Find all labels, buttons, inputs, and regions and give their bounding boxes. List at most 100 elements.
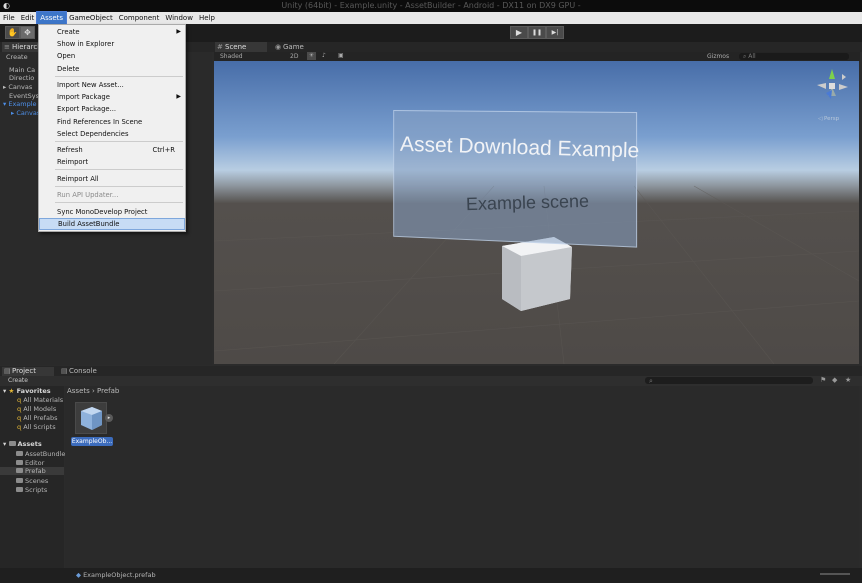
- filter-icon[interactable]: ⚑: [820, 376, 826, 384]
- shading-dropdown[interactable]: Shaded: [220, 53, 243, 60]
- tab-scene[interactable]: # Scene: [215, 42, 267, 52]
- assets-root-folder[interactable]: ▾ Assets: [3, 440, 42, 448]
- project-icon: ▤: [4, 367, 11, 375]
- project-toolbar: Create ⌕ ⚑ ◆ ★: [0, 376, 862, 386]
- star-icon: ★: [8, 387, 15, 395]
- tab-project[interactable]: ▤ Project: [2, 367, 54, 376]
- perspective-label[interactable]: ◁ Persp: [818, 116, 839, 122]
- play-button[interactable]: ▶: [510, 26, 528, 39]
- step-button[interactable]: ▶|: [546, 26, 564, 39]
- hierarchy-create-button[interactable]: Create: [6, 53, 28, 61]
- folder-item[interactable]: Editor: [16, 459, 44, 467]
- folder-icon: [16, 451, 23, 456]
- window-title: Unity (64bit) - Example.unity - AssetBui…: [281, 1, 581, 10]
- prefab-cube-icon: [81, 407, 102, 430]
- gizmos-dropdown[interactable]: Gizmos: [707, 53, 729, 60]
- window-title-bar: Unity (64bit) - Example.unity - AssetBui…: [0, 0, 862, 12]
- menu-item-build-assetbundle[interactable]: Build AssetBundle: [39, 218, 185, 230]
- folder-item[interactable]: Scripts: [16, 486, 47, 494]
- submenu-arrow-icon: ▶: [176, 28, 181, 35]
- hierarchy-item[interactable]: EventSys: [9, 92, 39, 100]
- menu-assets[interactable]: Assets: [36, 11, 68, 25]
- tab-game[interactable]: ◉ Game: [273, 42, 313, 52]
- menu-help[interactable]: Help: [196, 12, 218, 24]
- favorites-header[interactable]: ▾ ★ Favorites: [3, 387, 51, 395]
- game-icon: ◉: [275, 43, 282, 51]
- menu-file[interactable]: File: [0, 12, 18, 24]
- menu-item-reimport[interactable]: Reimport: [39, 156, 185, 168]
- folder-icon: [8, 441, 16, 446]
- menu-component[interactable]: Component: [116, 12, 163, 24]
- list-icon: ≡: [4, 43, 10, 51]
- menu-separator: [55, 169, 183, 170]
- scene-search-input[interactable]: ⌕ All: [739, 53, 849, 60]
- audio-icon[interactable]: ♪: [322, 52, 326, 59]
- menu-item-find-references[interactable]: Find References In Scene: [39, 116, 185, 128]
- folder-icon: [16, 487, 23, 492]
- menu-item-import-new-asset[interactable]: Import New Asset...: [39, 79, 185, 91]
- favorite-item[interactable]: ɋ All Prefabs: [17, 414, 57, 422]
- asset-name-label[interactable]: ExampleOb...: [71, 437, 113, 446]
- light-icon[interactable]: ☀: [307, 52, 316, 60]
- project-asset-grid: [65, 386, 859, 568]
- menu-window[interactable]: Window: [162, 12, 196, 24]
- project-search-input[interactable]: ⌕: [645, 377, 813, 385]
- breadcrumb: Assets › Prefab: [67, 387, 120, 395]
- assets-menu-dropdown: Create ▶ Show in Explorer Open Delete Imp…: [38, 24, 186, 232]
- submenu-arrow-icon: ▶: [176, 93, 181, 100]
- menu-separator: [55, 141, 183, 142]
- menu-item-refresh[interactable]: Refresh Ctrl+R: [39, 144, 185, 156]
- orientation-gizmo-icon[interactable]: [812, 66, 852, 108]
- menu-separator: [55, 186, 183, 187]
- thumbnail-size-slider[interactable]: [820, 573, 850, 575]
- folder-item-selected[interactable]: Prefab: [0, 467, 64, 475]
- menu-separator: [55, 202, 183, 203]
- menu-item-reimport-all[interactable]: Reimport All: [39, 173, 185, 185]
- toggle-2d-button[interactable]: 2D: [290, 53, 298, 60]
- scene-toolbar: Shaded 2D ☀ ♪ ▣ Gizmos ⌕ All: [214, 52, 860, 61]
- prefab-small-icon: ◆: [76, 571, 81, 579]
- menu-item-import-package[interactable]: Import Package ▶: [39, 91, 185, 103]
- menu-item-show-in-explorer[interactable]: Show in Explorer: [39, 38, 185, 50]
- favorite-item[interactable]: ɋ All Materials: [17, 396, 63, 404]
- prefab-thumbnail[interactable]: [75, 402, 107, 434]
- move-tool-icon[interactable]: ✥: [20, 26, 35, 39]
- hierarchy-item[interactable]: ▸ Canvas: [3, 83, 32, 91]
- label-icon[interactable]: ◆: [832, 376, 837, 384]
- star-icon[interactable]: ★: [845, 376, 851, 384]
- favorite-item[interactable]: ɋ All Scripts: [17, 423, 56, 431]
- folder-icon: [16, 460, 23, 465]
- unity-logo-icon: ◐: [3, 1, 10, 10]
- expand-prefab-icon[interactable]: ▸: [105, 414, 113, 422]
- menu-bar: File Edit Assets GameObject Component Wi…: [0, 11, 862, 25]
- folder-item[interactable]: AssetBundle: [16, 450, 65, 458]
- search-icon: ɋ: [17, 396, 22, 404]
- favorite-item[interactable]: ɋ All Models: [17, 405, 56, 413]
- menu-item-create[interactable]: Create ▶: [39, 26, 185, 38]
- folder-item[interactable]: Scenes: [16, 477, 48, 485]
- tab-console[interactable]: ▤ Console: [59, 367, 104, 376]
- scene-subtitle-text: Example scene: [465, 190, 590, 215]
- menu-item-select-dependencies[interactable]: Select Dependencies: [39, 128, 185, 140]
- bottom-tab-row: [0, 366, 862, 376]
- pause-button[interactable]: ❚❚: [528, 26, 546, 39]
- menu-item-run-api-updater: Run API Updater...: [57, 191, 119, 199]
- search-icon: ɋ: [17, 414, 22, 422]
- hierarchy-item-selected[interactable]: ▾ Example: [3, 100, 37, 108]
- menu-edit[interactable]: Edit: [18, 12, 38, 24]
- menu-item-open[interactable]: Open: [39, 50, 185, 62]
- hierarchy-item[interactable]: Directio: [9, 74, 34, 82]
- search-icon: ɋ: [17, 423, 22, 431]
- hierarchy-item[interactable]: ▸ Canvas: [11, 109, 40, 117]
- folder-icon: [16, 478, 23, 483]
- menu-gameobject[interactable]: GameObject: [66, 12, 116, 24]
- menu-separator: [55, 76, 183, 77]
- hierarchy-item[interactable]: Main Ca: [9, 66, 35, 74]
- menu-item-delete[interactable]: Delete: [39, 63, 185, 75]
- effects-icon[interactable]: ▣: [338, 52, 344, 59]
- hand-tool-icon[interactable]: ✋: [5, 26, 20, 39]
- menu-item-sync-monodevelop[interactable]: Sync MonoDevelop Project: [39, 206, 185, 218]
- menu-item-export-package[interactable]: Export Package...: [39, 103, 185, 115]
- project-create-button[interactable]: Create: [8, 377, 28, 384]
- tab-hierarchy[interactable]: ≡ Hierarchy: [2, 42, 46, 52]
